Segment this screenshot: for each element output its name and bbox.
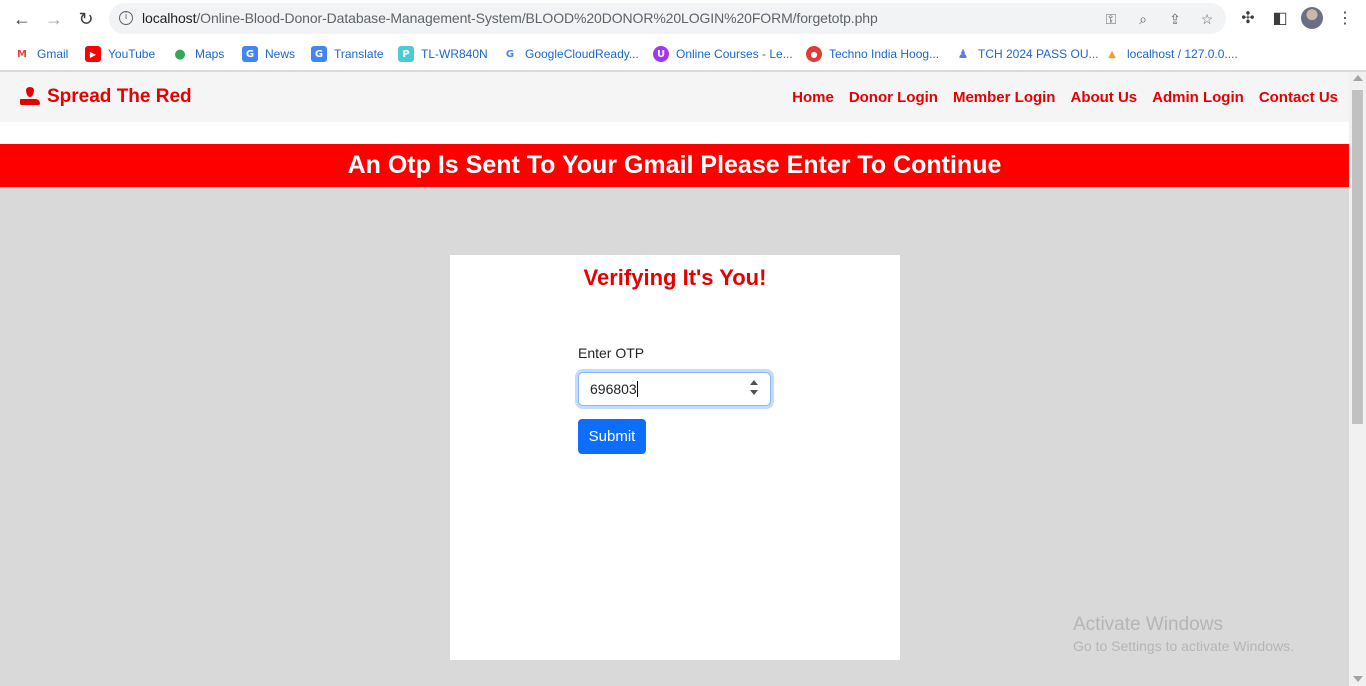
otp-banner: An Otp Is Sent To Your Gmail Please Ente… <box>0 144 1349 187</box>
extensions-icon[interactable]: ✣ <box>1237 8 1259 30</box>
bookmark-techno-india[interactable]: ● Techno India Hoog... <box>806 45 939 63</box>
address-bar[interactable]: i localhost/Online-Blood-Donor-Database-… <box>109 3 1226 34</box>
otp-card: Verifying It's You! Enter OTP 696803 Sub… <box>450 255 900 660</box>
phpmyadmin-icon: ▲ <box>1104 46 1120 62</box>
watermark-title: Activate Windows <box>1073 614 1223 635</box>
techno-india-icon: ● <box>806 46 822 62</box>
scroll-thumb[interactable] <box>1352 90 1363 424</box>
nav-contact-us[interactable]: Contact Us <box>1259 89 1338 106</box>
menu-kebab-icon[interactable]: ⋮ <box>1334 8 1356 30</box>
blood-drop-hand-icon <box>20 87 40 107</box>
activate-windows-watermark: Activate Windows Go to Settings to activ… <box>1073 614 1294 654</box>
card-title: Verifying It's You! <box>583 265 767 290</box>
otp-label: Enter OTP <box>578 345 645 361</box>
youtube-icon: ▶ <box>85 46 101 62</box>
share-icon[interactable]: ⇪ <box>1166 10 1184 28</box>
submit-button[interactable]: Submit <box>578 419 646 454</box>
bookmarks-bar: M Gmail ▶ YouTube ● Maps G News G Translate P… <box>0 37 1366 71</box>
otp-value: 696803 <box>590 381 637 397</box>
translate-icon: G <box>311 46 327 62</box>
zoom-icon[interactable]: ⌕ <box>1134 10 1152 28</box>
spinner-down-icon[interactable] <box>750 390 758 395</box>
news-icon: G <box>242 46 258 62</box>
url-text[interactable]: localhost/Online-Blood-Donor-Database-Ma… <box>142 10 878 26</box>
nav-member-login[interactable]: Member Login <box>953 89 1056 106</box>
bookmark-localhost[interactable]: ▲ localhost / 127.0.0.... <box>1104 45 1238 63</box>
watermark-subtitle: Go to Settings to activate Windows. <box>1073 638 1294 654</box>
nav-home[interactable]: Home <box>792 89 834 106</box>
navbar-spacer <box>0 122 1349 144</box>
site-info-icon[interactable]: i <box>119 11 133 25</box>
bookmark-tl-wr840n[interactable]: P TL-WR840N <box>398 45 488 63</box>
browser-toolbar: ← → ↻ i localhost/Online-Blood-Donor-Dat… <box>0 0 1366 37</box>
scroll-up-icon[interactable] <box>1353 75 1363 81</box>
group-icon: ♟ <box>955 46 971 62</box>
spinner-up-icon[interactable] <box>750 380 758 385</box>
bookmark-star-icon[interactable]: ☆ <box>1198 10 1216 28</box>
forward-icon[interactable]: → <box>42 7 66 31</box>
tplink-icon: P <box>398 46 414 62</box>
otp-input[interactable]: 696803 <box>578 372 771 406</box>
key-icon[interactable]: ⚿ <box>1102 10 1120 28</box>
bookmark-online-courses[interactable]: U Online Courses - Le... <box>653 45 793 63</box>
google-icon: G <box>502 46 518 62</box>
number-spinner[interactable] <box>750 379 758 399</box>
text-caret <box>636 381 638 397</box>
gmail-icon: M <box>14 46 30 62</box>
site-nav-links: Home Donor Login Member Login About Us A… <box>792 89 1338 106</box>
bookmark-youtube[interactable]: ▶ YouTube <box>85 45 155 63</box>
nav-about-us[interactable]: About Us <box>1070 89 1137 106</box>
maps-icon: ● <box>172 46 188 62</box>
brand-logo[interactable]: Spread The Red <box>20 86 192 108</box>
udemy-icon: U <box>653 46 669 62</box>
bookmark-tch-2024[interactable]: ♟ TCH 2024 PASS OU... <box>955 45 1099 63</box>
nav-donor-login[interactable]: Donor Login <box>849 89 938 106</box>
bookmark-googlecloudready[interactable]: G GoogleCloudReady... <box>502 45 639 63</box>
bookmark-translate[interactable]: G Translate <box>311 45 384 63</box>
brand-name: Spread The Red <box>47 86 192 107</box>
nav-admin-login[interactable]: Admin Login <box>1152 89 1244 106</box>
bookmark-gmail[interactable]: M Gmail <box>14 45 68 63</box>
reload-icon[interactable]: ↻ <box>74 7 98 31</box>
bookmark-news[interactable]: G News <box>242 45 295 63</box>
bookmark-maps[interactable]: ● Maps <box>172 45 224 63</box>
profile-avatar[interactable] <box>1301 7 1323 29</box>
side-panel-icon[interactable]: ◧ <box>1269 8 1291 30</box>
back-icon[interactable]: ← <box>10 7 34 31</box>
scroll-down-icon[interactable] <box>1353 676 1363 682</box>
